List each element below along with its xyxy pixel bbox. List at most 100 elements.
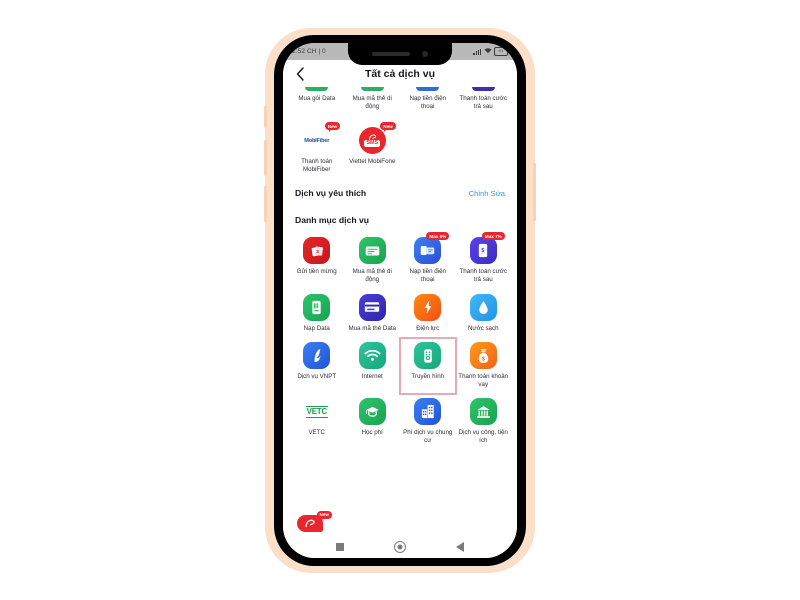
service-item[interactable]: Mua mã thẻ di động (345, 87, 401, 116)
service-item-phi-dich-vu-chung-cu[interactable]: Phí dịch vụ chung cư (400, 394, 456, 450)
page-title: Tất cả dịch vụ (364, 67, 436, 80)
service-label: Điện lực (416, 324, 440, 332)
vnpt-icon (303, 342, 331, 370)
electricity-icon (414, 293, 442, 321)
service-list-scroll[interactable]: Mua gói Data Mua mã thẻ di động Nạp tiền… (283, 87, 517, 536)
notch (348, 43, 452, 65)
data-topup-icon (303, 293, 331, 321)
mobifiber-logo-icon: MobiFiber New (303, 122, 341, 155)
card-code-icon (358, 237, 386, 265)
service-item-dien-luc[interactable]: Điện lực (400, 290, 456, 339)
edit-favorites-link[interactable]: Chỉnh Sửa (469, 189, 505, 198)
mua-goi-data-icon (305, 87, 329, 91)
power-button[interactable] (533, 163, 536, 221)
square-icon[interactable] (336, 543, 344, 551)
new-badge: New (316, 511, 332, 521)
service-item-nuoc-sach[interactable]: Nước sạch (456, 290, 512, 339)
tv-remote-icon (414, 342, 442, 370)
circle-icon[interactable] (393, 541, 406, 553)
postpaid-bill-icon: $ Max 7% (469, 232, 505, 265)
service-item-truyen-hinh[interactable]: Truyền hình (399, 337, 457, 396)
service-item-mua-ma-the-data[interactable]: Mua mã thẻ Data (345, 290, 401, 339)
status-time: 2:52 CH | 0 (292, 48, 326, 55)
vetc-wordmark: VETC (305, 405, 328, 418)
service-item-internet[interactable]: Internet (345, 338, 401, 394)
service-label: Truyền hình (411, 373, 445, 381)
graduation-cap-icon (358, 398, 386, 426)
battery-icon: 91 (494, 47, 510, 56)
svg-text:$: $ (482, 356, 485, 362)
service-label: Học phí (361, 429, 383, 437)
service-label: Mua mã thẻ Data (348, 324, 396, 332)
service-label: Gửi tiền mừng (296, 268, 337, 276)
water-drop-icon (469, 293, 497, 321)
svg-text:$: $ (316, 249, 319, 255)
service-item-hoc-phi[interactable]: Học phí (345, 394, 401, 450)
front-camera-icon (422, 51, 428, 57)
data-card-icon (358, 293, 386, 321)
service-label: Nạp Data (303, 324, 330, 332)
service-item-dich-vu-vnpt[interactable]: Dịch vụ VNPT (289, 338, 345, 394)
service-grid: $ Gửi tiền mừng Mua mã thẻ di động Max 8… (283, 232, 517, 450)
service-item-mua-ma-the-di-dong[interactable]: Mua mã thẻ di động (345, 233, 401, 289)
svg-text:$: $ (482, 249, 485, 255)
max-badge: Max 7% (481, 232, 505, 242)
service-label: Thanh toán cước trả sau (459, 268, 507, 283)
mobifiber-wordmark: MobiFiber (304, 137, 330, 144)
empty-cell (456, 123, 512, 179)
volume-down-button[interactable] (264, 186, 267, 222)
earpiece-speaker (372, 52, 410, 56)
service-item-nap-data[interactable]: Nạp Data (289, 290, 345, 339)
service-item[interactable]: Mua gói Data (289, 87, 345, 116)
service-label: Dịch vụ công, tiện ích (458, 429, 508, 444)
chevron-left-icon (296, 66, 304, 81)
vetc-logo-icon: VETC (303, 398, 331, 426)
service-item-nap-tien-dien-thoai[interactable]: Max 8% Nạp tiền điện thoại (400, 232, 456, 289)
service-item-vetc[interactable]: VETC VETC (289, 394, 345, 450)
service-label: VETC (308, 429, 325, 437)
sms-wordmark: SMS (364, 140, 381, 148)
new-badge: New (324, 122, 341, 132)
nap-tien-dien-thoai-icon (416, 87, 440, 91)
section-title: Danh mục dịch vụ (295, 215, 370, 226)
service-label: Phí dịch vụ chung cư (403, 429, 453, 444)
service-item-mobifiber[interactable]: MobiFiber New Thanh toán MobiFiber (289, 122, 345, 179)
phone-topup-icon: Max 8% (414, 232, 450, 265)
section-title: Dịch vụ yêu thích (295, 188, 367, 199)
service-label: Thanh toán cước trả sau (459, 95, 507, 110)
money-envelope-icon: $ (303, 237, 331, 265)
promo-service-row: MobiFiber New Thanh toán MobiFiber SMS N… (283, 116, 517, 179)
catalog-section-header: Danh mục dịch vụ (283, 201, 517, 231)
mute-switch[interactable] (264, 106, 267, 128)
service-item[interactable]: Thanh toán cước trả sau (456, 87, 512, 116)
viettel-sms-icon: SMS New (358, 122, 396, 155)
triangle-back-icon[interactable] (455, 542, 464, 552)
service-item-gui-tien-mung[interactable]: $ Gửi tiền mừng (289, 233, 345, 289)
service-label: Mua gói Data (298, 95, 336, 102)
viettel-logo-icon (305, 519, 315, 528)
service-item-thanh-toan-khoan-vay[interactable]: $ Thanh toán khoản vay (456, 338, 512, 394)
wifi-icon (358, 342, 386, 370)
apartment-icon (414, 398, 442, 426)
service-item-viettel-sms[interactable]: SMS New Viettel MobiFone (345, 122, 401, 179)
phone-screen: 2:52 CH | 0 91 Tất cả dịch vụ Mua gói Da… (283, 43, 517, 558)
signal-icon (473, 48, 481, 55)
service-label: Thanh toán khoản vay (458, 373, 509, 388)
mua-ma-the-di-dong-icon (360, 87, 384, 91)
service-label: Mua mã thẻ di động (352, 268, 392, 283)
public-service-icon (469, 398, 497, 426)
max-badge: Max 8% (426, 232, 450, 242)
wifi-icon (484, 47, 492, 56)
service-item[interactable]: Nạp tiền điện thoại (400, 87, 456, 116)
service-item-thanh-toan-cuoc-tra-sau[interactable]: $ Max 7% Thanh toán cước trả sau (456, 232, 512, 289)
new-badge: New (380, 122, 396, 132)
floating-promo-bubble[interactable]: New (297, 511, 332, 532)
volume-up-button[interactable] (264, 140, 267, 176)
service-label: Mua mã thẻ di động (352, 95, 392, 110)
android-nav-bar (283, 536, 517, 558)
service-label: Viettel MobiFone (349, 158, 396, 166)
service-label: Nước sạch (467, 324, 499, 332)
service-label: Thanh toán MobiFiber (301, 158, 333, 173)
service-item-dich-vu-cong[interactable]: Dịch vụ công, tiện ích (456, 394, 512, 450)
back-button[interactable] (293, 65, 307, 83)
